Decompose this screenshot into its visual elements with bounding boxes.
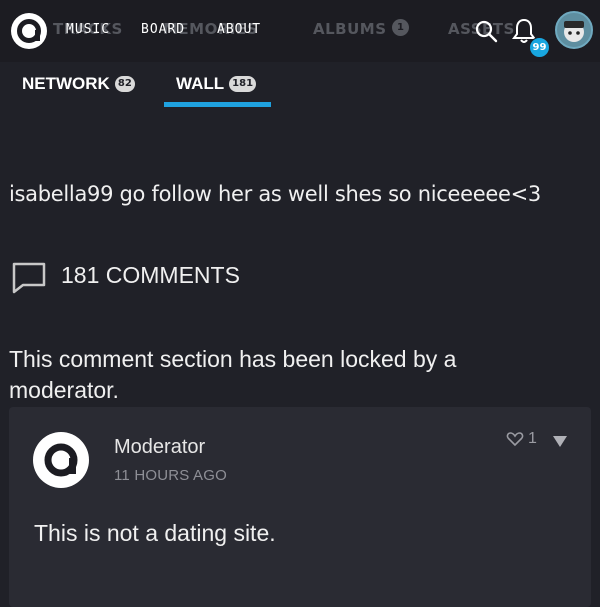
tab-network-badge: 82 [114, 76, 135, 92]
active-tab-indicator [164, 102, 271, 107]
search-icon[interactable] [474, 19, 498, 47]
wall-post-text: isabella99 go follow her as well shes so… [9, 182, 541, 206]
moderator-avatar[interactable] [33, 432, 89, 488]
locked-notice: This comment section has been locked by … [9, 346, 457, 403]
top-bar: TRACKS MEMORIES ALBUMS 1 ASSETS MUSIC BO… [0, 0, 600, 62]
tab-network-label: NETWORK [22, 74, 110, 93]
notification-badge: 99 [529, 37, 550, 58]
tab-wall-badge: 181 [229, 76, 257, 92]
heart-icon[interactable] [506, 431, 524, 451]
like-count: 1 [528, 430, 537, 447]
ghost-nav-albums: ALBUMS [313, 20, 387, 38]
ghost-nav-albums-badge: 1 [392, 19, 409, 36]
comment-time: 11 HOURS AGO [114, 467, 227, 484]
avatar[interactable] [555, 11, 593, 49]
chevron-down-icon[interactable] [552, 433, 568, 452]
comments-count: 181 COMMENTS [61, 262, 240, 288]
nav-board[interactable]: BOARD [141, 22, 185, 37]
tab-wall[interactable]: WALL 181 [176, 74, 257, 94]
nav-music[interactable]: MUSIC [66, 22, 110, 37]
comment-card: Moderator 11 HOURS AGO 1 This is not a d… [9, 407, 591, 607]
comment-author[interactable]: Moderator [114, 436, 205, 459]
amino-logo-icon[interactable] [11, 13, 47, 49]
sub-nav: NETWORK 82 WALL 181 [0, 62, 600, 112]
comment-icon [11, 261, 47, 299]
nav-about[interactable]: ABOUT [217, 22, 261, 37]
tab-wall-label: WALL [176, 74, 225, 93]
comment-text: This is not a dating site. [34, 520, 276, 546]
tab-network[interactable]: NETWORK 82 [22, 74, 135, 94]
